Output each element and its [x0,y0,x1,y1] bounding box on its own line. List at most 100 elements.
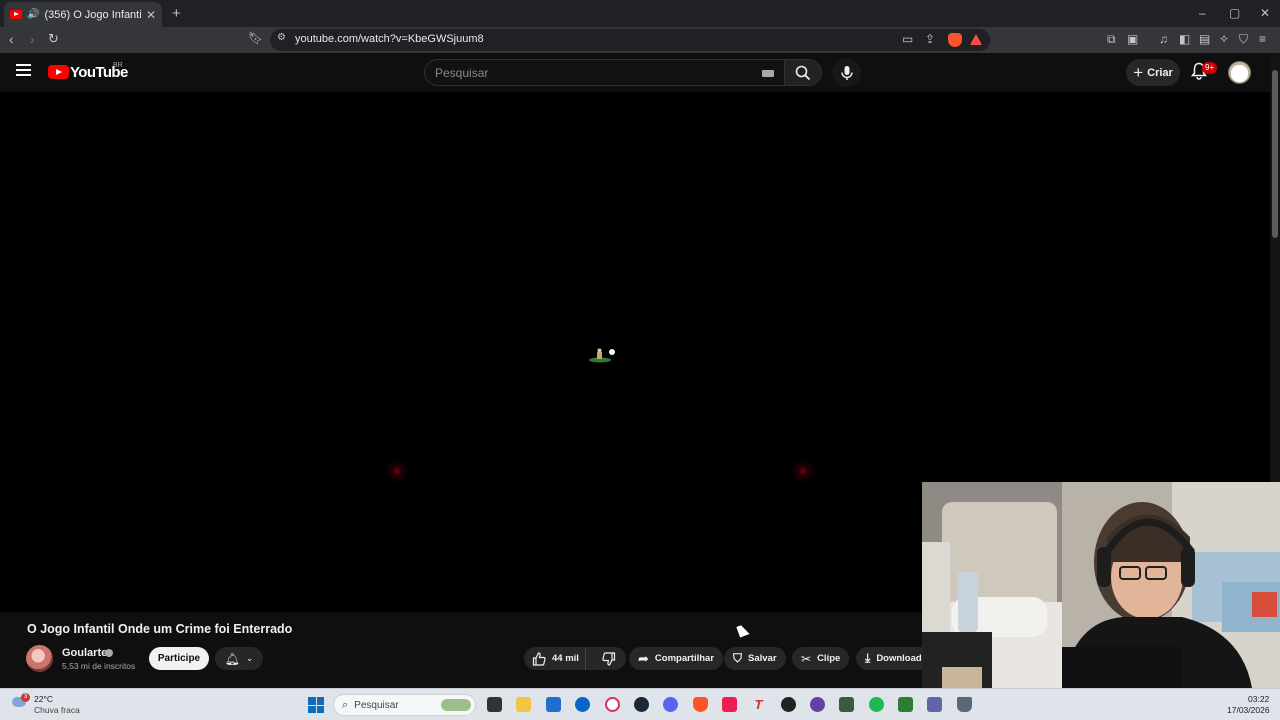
brave-rewards-icon[interactable] [970,34,982,45]
task-view-icon[interactable] [487,697,502,712]
text-app-icon[interactable]: T [751,697,766,712]
taskbar-search-icon: ⌕ [342,698,349,711]
tiktok-icon[interactable] [722,697,737,712]
share-page-icon[interactable]: ⇪ [925,32,935,46]
site-info-icon[interactable]: ⚙ [277,32,286,43]
leo-ai-icon[interactable]: ✧ [1219,32,1229,46]
back-button[interactable]: ‹ [9,31,14,47]
save-button[interactable]: ⛉ Salvar [724,647,786,670]
security-app-icon[interactable] [957,697,972,712]
plus-icon: + [1133,63,1144,82]
account-avatar[interactable] [1228,61,1251,84]
search-box [424,59,784,86]
microsoft-store-icon[interactable] [546,697,561,712]
file-explorer-icon[interactable] [516,697,531,712]
share-label: Compartilhar [654,653,715,664]
game-launcher-icon[interactable] [839,697,854,712]
voice-search-button[interactable] [832,58,861,87]
opera-icon[interactable] [605,697,620,712]
brave-shields-icon[interactable] [948,33,962,47]
weather-description[interactable]: Chuva fraca [34,705,80,715]
speaker-icon[interactable]: 🔊 [27,9,39,20]
bookmark-icon[interactable]: 🔖︎ [248,31,263,45]
reload-icon[interactable]: ↻ [48,31,59,47]
thumbs-up-icon [532,651,546,666]
clip-label: Clipe [817,653,841,664]
save-label: Salvar [748,653,777,664]
vpn-icon[interactable]: ⛉ [1239,32,1248,47]
extensions-icon[interactable]: ⧉ [1107,32,1116,47]
chevron-down-icon: ⌄ [245,653,254,663]
channel-avatar[interactable] [26,645,53,672]
page-scrollbar-thumb[interactable] [1272,70,1278,238]
browser-tab-strip: 🔊 (356) O Jogo Infantil Onde um Crime fo… [0,0,1280,27]
tab-close-icon[interactable]: ✕ [146,8,156,22]
webcam-feed-image [922,482,1280,688]
subscription-bell-button[interactable]: 🔔︎ ⌄ [215,647,263,670]
like-dislike-group: 44 mil [524,647,626,670]
discord-icon[interactable] [663,697,678,712]
reading-list-icon[interactable]: ▤ [1199,32,1210,46]
subscriber-count: 5,53 mi de inscritos [62,661,136,671]
twitch-icon[interactable] [810,697,825,712]
clock-time[interactable]: 03:22 [1248,694,1269,704]
bell-icon: 🔔︎ [224,651,240,666]
weather-alert-badge: 3 [21,693,30,702]
download-label: Download [876,653,922,664]
weather-temperature[interactable]: 22°C [34,694,53,704]
steam-icon[interactable] [634,697,649,712]
maximize-button[interactable]: ▢ [1229,6,1240,20]
youtube-favicon-icon [10,10,22,19]
video-glow-left [394,468,400,474]
teams-icon[interactable] [927,697,942,712]
clock-date[interactable]: 17/03/2026 [1227,705,1270,715]
forward-button[interactable]: › [30,31,35,47]
keyboard-icon[interactable] [762,70,774,77]
media-icon[interactable]: ♫ [1159,32,1168,46]
download-button[interactable]: ⤓ Download [856,647,926,670]
join-button[interactable]: Participe [149,647,209,670]
new-tab-button[interactable]: + [172,5,181,22]
like-button[interactable]: 44 mil [524,647,586,670]
channel-name[interactable]: Goularte [62,647,107,659]
windows-taskbar: 3 22°C Chuva fraca ⌕ Pesquisar T 03:22 1… [0,688,1280,720]
create-label: Criar [1147,66,1173,79]
address-bar[interactable]: ⚙ youtube.com/watch?v=KbeGWSjuum8 ▭ ⇪ [270,29,990,51]
cast-icon[interactable]: ▭ [902,32,913,46]
url-text[interactable]: youtube.com/watch?v=KbeGWSjuum8 [295,33,484,45]
video-title: O Jogo Infantil Onde um Crime foi Enterr… [27,622,293,636]
search-input[interactable] [425,60,755,85]
sidebar-icon[interactable]: ◧ [1179,32,1190,46]
clip-button[interactable]: ✂ Clipe [792,647,850,670]
browser-menu-icon[interactable]: ≡ [1259,32,1266,46]
notification-count-badge: 9+ [1202,62,1218,74]
share-button[interactable]: ➦ Compartilhar [629,647,724,670]
taskbar-search-label: Pesquisar [354,699,399,711]
taskbar-search[interactable]: ⌕ Pesquisar [333,694,476,716]
close-window-button[interactable]: ✕ [1260,6,1270,20]
search-button[interactable] [784,59,822,86]
outlook-icon[interactable] [575,697,590,712]
region-code: BR [113,62,123,69]
webcam-overlay [922,482,1280,688]
thumbs-down-icon [602,651,616,666]
browser-tab-active[interactable]: 🔊 (356) O Jogo Infantil Onde um Crime fo… [4,2,162,27]
guide-menu-icon[interactable] [16,64,31,76]
create-button[interactable]: + Criar [1126,59,1180,86]
search-icon [795,65,811,81]
brave-browser-icon[interactable] [693,697,708,712]
browser-toolbar: ‹ › ↻ 🔖︎ ⚙ youtube.com/watch?v=KbeGWSjuu… [0,27,1280,53]
youtube-logo-icon[interactable] [48,65,69,79]
minecraft-icon[interactable] [898,697,913,712]
share-icon: ➦ [638,650,649,666]
video-glow-right [800,468,806,474]
scissors-icon: ✂ [801,651,812,666]
obs-icon[interactable] [781,697,796,712]
dislike-button[interactable] [592,651,626,666]
youtube-header: YouTube BR + Criar 9+ [0,53,1280,92]
verified-badge-icon [105,649,113,657]
spotify-icon[interactable] [869,697,884,712]
wallet-icon[interactable]: ▣ [1127,32,1138,46]
start-button[interactable] [308,697,324,713]
minimize-button[interactable]: – [1199,6,1206,20]
